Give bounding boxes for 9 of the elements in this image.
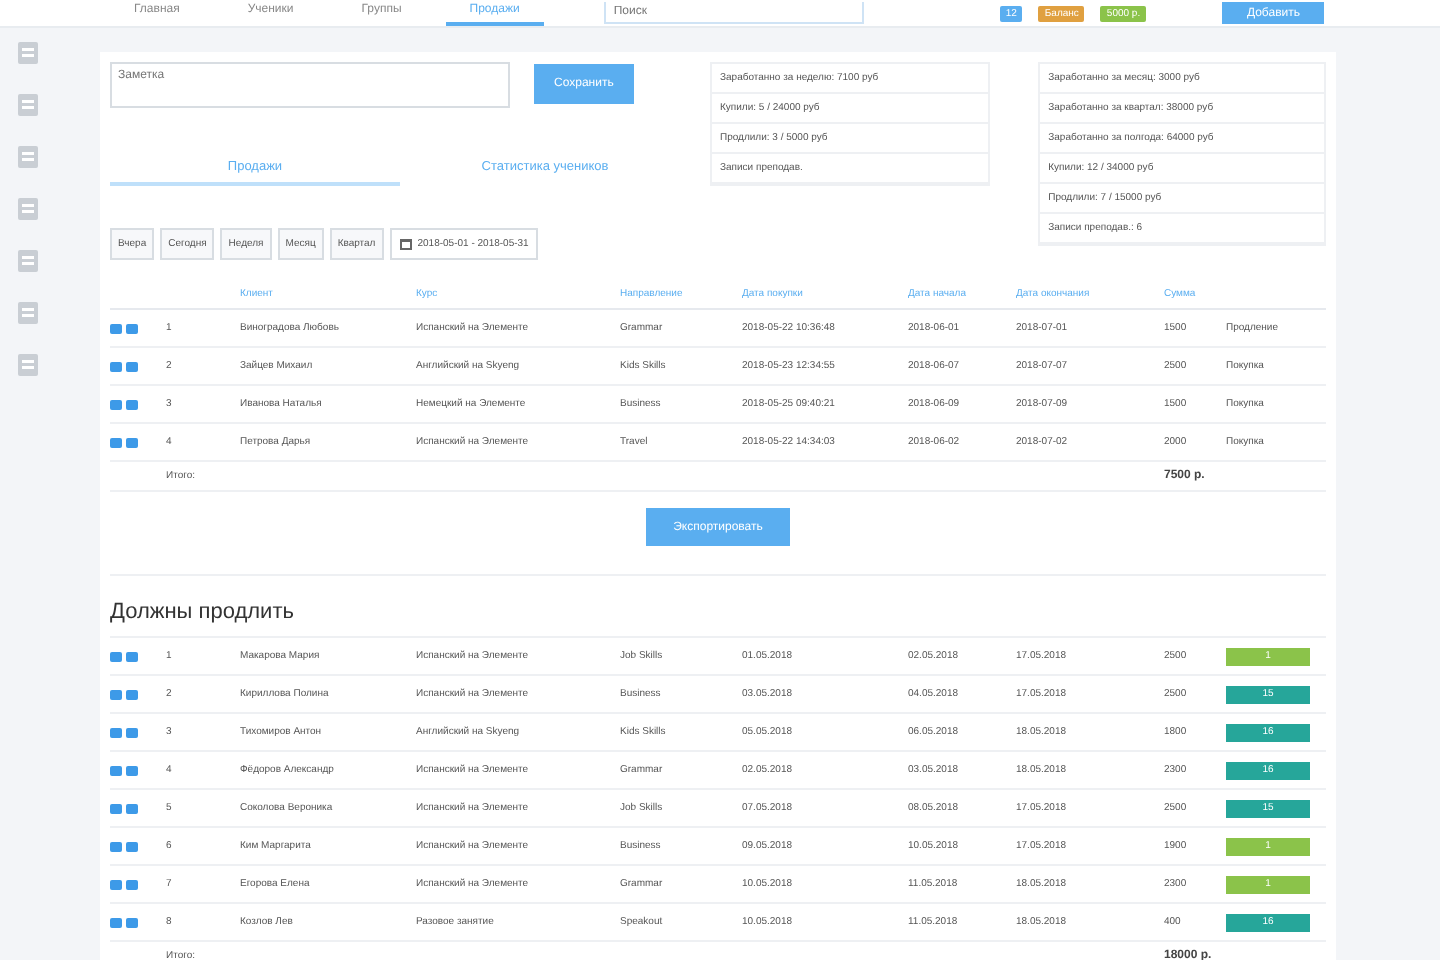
- sidebar-icon[interactable]: [16, 300, 40, 326]
- sidebar-icon[interactable]: [16, 352, 40, 378]
- sidebar-icon[interactable]: [16, 144, 40, 170]
- section-title: Должны продлить: [110, 600, 296, 624]
- calendar-icon: [399, 238, 412, 250]
- sidebar-icon[interactable]: [16, 196, 40, 222]
- sidebar-icon[interactable]: [16, 40, 40, 66]
- sidebar-icon[interactable]: [16, 92, 40, 118]
- sidebar-icon[interactable]: [16, 248, 40, 274]
